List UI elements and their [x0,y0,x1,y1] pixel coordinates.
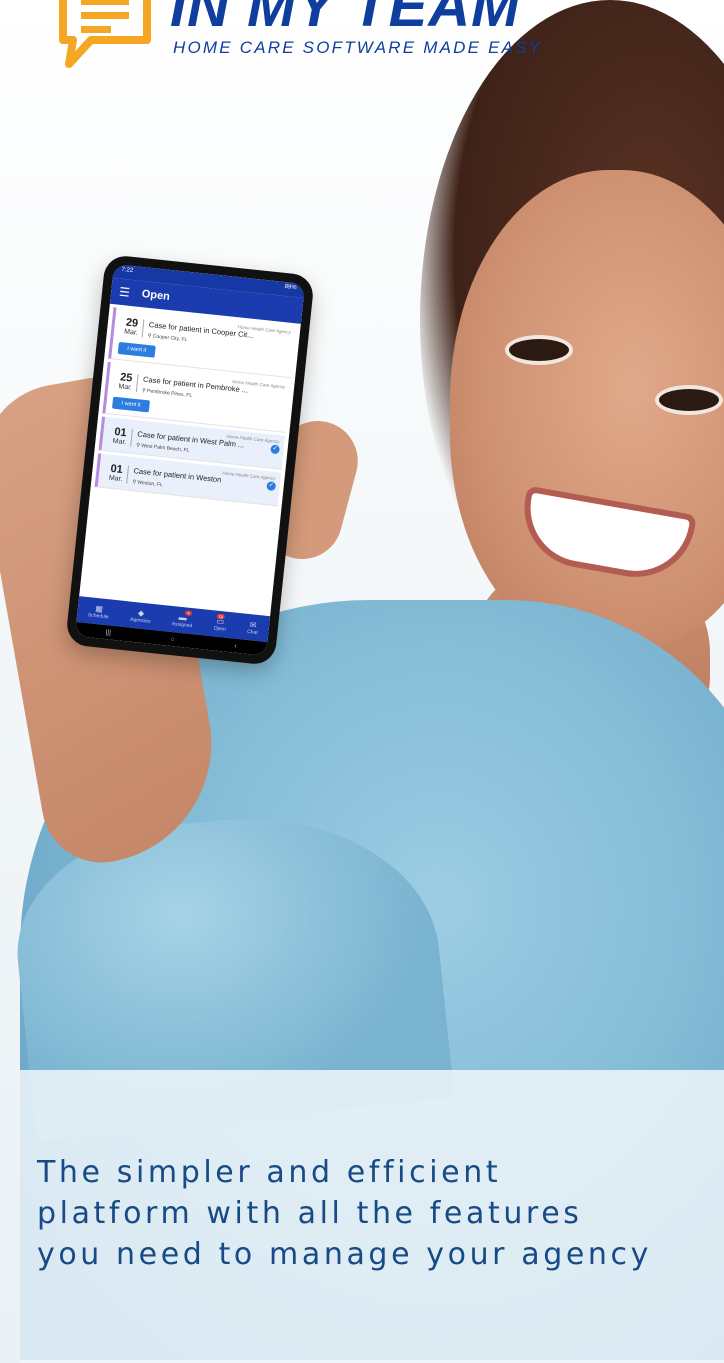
phone-mockup: 7:22 89% ☰ Open Home Health Care Agency … [65,254,315,666]
recents-icon[interactable]: ||| [105,629,111,637]
brand-tagline: HOME CARE SOFTWARE MADE EASY [173,38,543,57]
landing-page: IN MY TEAM HOME CARE SOFTWARE MADE EASY … [0,0,724,1363]
tab-badge: 4 [185,609,192,616]
status-battery: 89% [284,283,297,292]
tab-chat[interactable]: ✉ Chat [246,619,259,636]
person-eye [505,335,573,365]
tab-label: Chat [246,628,258,636]
tab-schedule[interactable]: ▦ Schedule [87,603,110,620]
case-date: 29 Mar. [119,317,145,338]
person-eye [655,385,723,415]
hero-line: platform with all the features [37,1196,583,1231]
tab-label: Agencies [129,616,151,625]
home-icon[interactable]: ○ [170,635,175,642]
hero-tagline: The simpler and efficient platform with … [37,1152,652,1275]
case-month: Mar. [123,328,139,337]
case-month: Mar. [118,383,133,392]
hamburger-menu-icon[interactable]: ☰ [118,285,130,300]
i-want-it-button[interactable]: I want it [117,341,156,358]
tab-open[interactable]: ▭ 10 Open [213,613,227,633]
check-icon: ✓ [266,481,277,492]
app-title: Open [141,288,171,303]
tab-label: Open [213,624,227,633]
tab-label: Schedule [87,611,110,620]
brand-name: IN MY TEAM [170,0,521,39]
status-time: 7:22 [121,266,134,275]
location-pin-icon: ⚲ [132,479,137,486]
i-want-it-button[interactable]: I want it [111,396,150,413]
case-date: 01 Mar. [104,463,130,484]
back-icon[interactable]: ‹ [234,642,237,649]
hero-line: The simpler and efficient [37,1155,502,1190]
phone-screen: 7:22 89% ☰ Open Home Health Care Agency … [74,263,306,657]
tab-assigned[interactable]: ▬ 4 Assigned [171,609,194,629]
check-icon: ✓ [270,444,281,455]
case-location-text: Weston, FL [137,479,164,489]
case-location-text: Cooper City, FL [152,333,188,344]
case-location-text: Pembroke Pines, FL [146,388,193,399]
hero-line: you need to manage your agency [37,1237,652,1272]
case-location-text: West Palm Beach, FL [140,442,190,454]
location-pin-icon: ⚲ [135,442,141,449]
tab-agencies[interactable]: ◆ Agencies [130,607,152,624]
case-month: Mar. [108,474,123,484]
case-date: 25 Mar. [113,371,139,393]
location-pin-icon: ⚲ [141,387,146,394]
location-pin-icon: ⚲ [147,332,152,340]
tab-label: Assigned [171,620,193,629]
tab-badge: 10 [216,613,226,620]
case-date: 01 Mar. [108,426,133,447]
chat-bubble-icon [59,0,151,68]
case-month: Mar. [112,437,127,447]
